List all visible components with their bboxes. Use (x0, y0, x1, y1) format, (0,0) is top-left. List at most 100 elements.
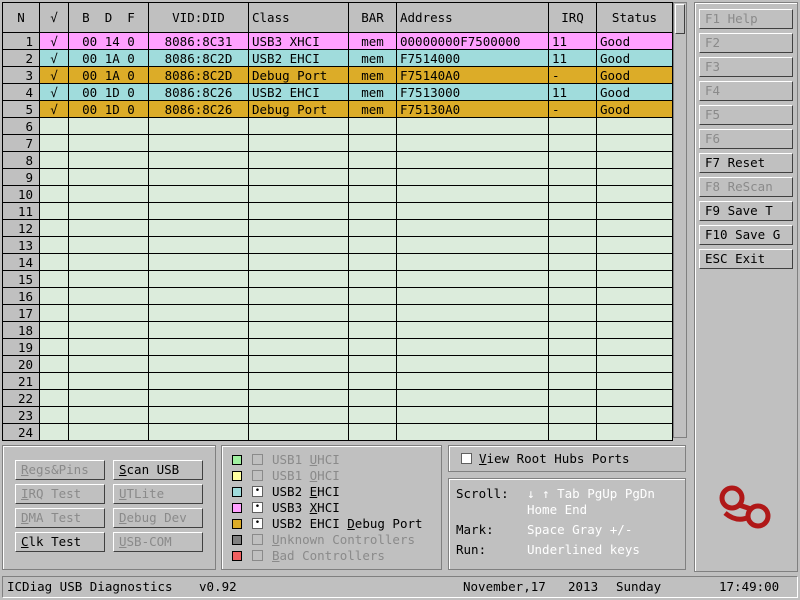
cell-empty (548, 372, 597, 390)
cell-bar: mem (348, 66, 397, 84)
cell-viddid: 8086:8C2D (148, 49, 249, 67)
debug-port-checkbox[interactable]: • (252, 518, 263, 529)
table-row-empty[interactable]: 19 (2, 338, 673, 356)
table-row-empty[interactable]: 22 (2, 389, 673, 407)
table-row-empty[interactable]: 20 (2, 355, 673, 373)
view-root-hubs-toggle[interactable]: View Root Hubs Ports (448, 445, 686, 472)
cell-empty (248, 236, 349, 254)
cell-empty (39, 134, 69, 152)
table-row[interactable]: 4 √ 00 1D 0 8086:8C26 USB2 EHCI mem F7513000 11… (2, 83, 673, 101)
table-row-empty[interactable]: 16 (2, 287, 673, 305)
clk-test-button[interactable]: Clk Test (15, 532, 105, 552)
col-header-mark: √ (39, 2, 69, 33)
dma-test-button[interactable]: DMA Test (15, 508, 105, 528)
table-row-empty[interactable]: 7 (2, 134, 673, 152)
fkey-button-3[interactable]: F3 (699, 57, 793, 77)
status-day: Sunday (616, 579, 662, 594)
cell-empty (348, 355, 397, 373)
ehci-checkbox[interactable]: • (252, 486, 263, 497)
table-row-empty[interactable]: 23 (2, 406, 673, 424)
table-row[interactable]: 3 √ 00 1A 0 8086:8C2D Debug Port mem F75140A0-… (2, 66, 673, 84)
cell-status: Good (596, 49, 673, 67)
table-row-empty[interactable]: 15 (2, 270, 673, 288)
table-row[interactable]: 1 √ 00 14 0 8086:8C31 USB3 XHCI mem 00000000F7… (2, 32, 673, 50)
cell-empty (596, 389, 673, 407)
fkey-button-4[interactable]: F4 (699, 81, 793, 101)
table-row-empty[interactable]: 8 (2, 151, 673, 169)
fkey-button-11[interactable]: ESC Exit (699, 249, 793, 269)
fkey-button-5[interactable]: F5 (699, 105, 793, 125)
table-row-empty[interactable]: 14 (2, 253, 673, 271)
scrollbar-thumb[interactable] (675, 4, 685, 34)
cell-empty (148, 168, 249, 186)
fkey-button-9[interactable]: F9 Save T (699, 201, 793, 221)
cell-n: 4 (2, 83, 40, 101)
bad-checkbox[interactable] (252, 550, 263, 561)
keyboard-help-panel: Scroll: ↓ ↑ Tab PgUp PgDn Home End Mark:… (448, 478, 686, 570)
cell-empty (148, 117, 249, 135)
utlite-button[interactable]: UTLite (113, 484, 203, 504)
unknown-checkbox[interactable] (252, 534, 263, 545)
usb-com-button[interactable]: USB-COM (113, 532, 203, 552)
table-row-empty[interactable]: 17 (2, 304, 673, 322)
cell-empty (248, 304, 349, 322)
cell-empty (348, 151, 397, 169)
irq-test-button[interactable]: IRQ Test (15, 484, 105, 504)
cell-irq: - (548, 100, 597, 118)
fkey-button-10[interactable]: F10 Save G (699, 225, 793, 245)
table-row-empty[interactable]: 6 (2, 117, 673, 135)
cell-empty (39, 304, 69, 322)
debug-port-color-swatch (232, 519, 242, 529)
table-row[interactable]: 2 √ 00 1A 0 8086:8C2D USB2 EHCI mem F7514000 11… (2, 49, 673, 67)
cell-empty (396, 287, 549, 305)
cell-mark: √ (39, 100, 69, 118)
cell-empty (39, 168, 69, 186)
cell-empty (68, 338, 149, 356)
col-header-n: N (2, 2, 40, 33)
table-row-empty[interactable]: 18 (2, 321, 673, 339)
cell-empty (596, 304, 673, 322)
cell-empty (348, 202, 397, 220)
cell-empty (548, 338, 597, 356)
cell-status: Good (596, 66, 673, 84)
fkey-button-2[interactable]: F2 (699, 33, 793, 53)
ohci-checkbox[interactable] (252, 470, 263, 481)
cell-empty (596, 236, 673, 254)
table-row-empty[interactable]: 10 (2, 185, 673, 203)
table-row-empty[interactable]: 12 (2, 219, 673, 237)
debug-dev-button[interactable]: Debug Dev (113, 508, 203, 528)
scan-usb-button[interactable]: Scan USB (113, 460, 203, 480)
cell-n: 14 (2, 253, 40, 271)
cell-empty (596, 117, 673, 135)
table-row-empty[interactable]: 13 (2, 236, 673, 254)
fkey-button-8[interactable]: F8 ReScan (699, 177, 793, 197)
xhci-checkbox[interactable]: • (252, 502, 263, 513)
function-key-panel: F1 Help F2 F3 F4 F5 F6 F7 Reset F8 ReScan F9 Sav… (694, 2, 798, 572)
cell-n: 6 (2, 117, 40, 135)
table-scrollbar[interactable] (673, 2, 687, 438)
cell-empty (348, 287, 397, 305)
cell-empty (148, 185, 249, 203)
fkey-button-7[interactable]: F7 Reset (699, 153, 793, 173)
usb-controller-table[interactable]: N √ B D F VID:DID Class BAR Address IRQ … (2, 2, 673, 441)
table-row-empty[interactable]: 21 (2, 372, 673, 390)
cell-empty (396, 253, 549, 271)
fkey-button-1[interactable]: F1 Help (699, 9, 793, 29)
root-hubs-checkbox[interactable] (461, 453, 472, 464)
uhci-checkbox[interactable] (252, 454, 263, 465)
app-version: v0.92 (199, 579, 237, 594)
cell-empty (148, 304, 249, 322)
cell-empty (348, 389, 397, 407)
table-row-empty[interactable]: 9 (2, 168, 673, 186)
regs-pins-button[interactable]: Regs&Pins (15, 460, 105, 480)
table-row[interactable]: 5 √ 00 1D 0 8086:8C26 Debug Port mem F75130A0-… (2, 100, 673, 118)
table-row-empty[interactable]: 11 (2, 202, 673, 220)
table-row-empty[interactable]: 24 (2, 423, 673, 441)
cell-empty (348, 338, 397, 356)
cell-empty (348, 321, 397, 339)
cell-empty (596, 287, 673, 305)
fkey-button-6[interactable]: F6 (699, 129, 793, 149)
help-run-label: Run: (456, 542, 487, 557)
cell-empty (148, 287, 249, 305)
cell-empty (148, 219, 249, 237)
